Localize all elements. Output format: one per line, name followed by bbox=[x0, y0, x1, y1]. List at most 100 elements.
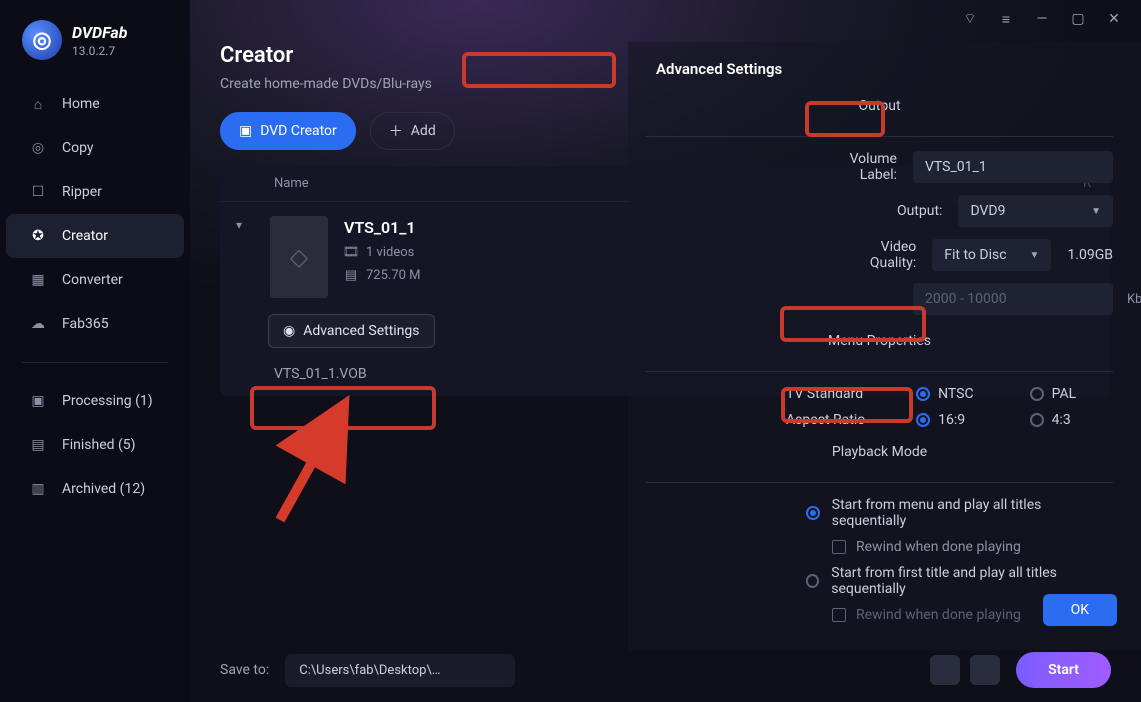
radio-icon bbox=[806, 574, 819, 588]
file-icon: ▤ bbox=[344, 269, 358, 283]
thumbnail: ◇ bbox=[270, 216, 328, 298]
advanced-settings-button[interactable]: ◉ Advanced Settings bbox=[268, 314, 435, 348]
radio-icon bbox=[1030, 413, 1044, 427]
gear-icon: ◉ bbox=[283, 323, 295, 339]
sidebar-item-label: Converter bbox=[62, 272, 123, 288]
advanced-settings-panel: Advanced Settings Output Volume Label: O… bbox=[628, 42, 1141, 650]
playback-from-menu-option[interactable]: Start from menu and play all titles sequ… bbox=[806, 497, 1113, 529]
main-area: ⌔ ≡ — ▢ ✕ Creator Create home-made DVDs/… bbox=[190, 0, 1141, 702]
menu-icon[interactable]: ≡ bbox=[997, 10, 1015, 28]
tv-pal-option[interactable]: PAL bbox=[1030, 386, 1113, 402]
video-quality-label: Video Quality: bbox=[846, 239, 916, 271]
archived-icon: ▥ bbox=[28, 479, 48, 499]
chevron-down-icon: ▼ bbox=[1091, 206, 1101, 217]
sidebar-item-label: Fab365 bbox=[62, 316, 109, 332]
sidebar-item-processing[interactable]: ▣ Processing (1) bbox=[6, 379, 184, 423]
section-output-title: Output bbox=[844, 94, 914, 118]
radio-icon bbox=[916, 413, 930, 427]
finished-icon: ▤ bbox=[28, 435, 48, 455]
save-path-input[interactable] bbox=[285, 654, 515, 687]
sidebar-item-label: Archived (12) bbox=[62, 481, 145, 497]
sidebar-item-label: Copy bbox=[62, 140, 94, 156]
output-size: 1.09GB bbox=[1067, 247, 1113, 263]
sidebar-item-ripper[interactable]: ☐ Ripper bbox=[6, 170, 184, 214]
select-value: DVD9 bbox=[970, 203, 1005, 219]
button-label: Advanced Settings bbox=[303, 323, 419, 339]
sidebar-item-label: Ripper bbox=[62, 184, 102, 200]
flame-icon: ✪ bbox=[28, 226, 48, 246]
bitrate-input[interactable] bbox=[913, 283, 1115, 315]
add-button[interactable]: ＋ Add bbox=[370, 112, 455, 150]
bitrate-input-wrap: Kbps bbox=[913, 283, 1113, 315]
dvd-creator-button[interactable]: ▣ DVD Creator bbox=[220, 112, 356, 150]
sidebar-item-label: Home bbox=[62, 96, 100, 112]
brand-version: 13.0.2.7 bbox=[72, 44, 127, 58]
caret-down-icon[interactable]: ▾ bbox=[236, 216, 254, 298]
button-label: DVD Creator bbox=[260, 123, 337, 139]
sidebar-item-finished[interactable]: ▤ Finished (5) bbox=[6, 423, 184, 467]
tv-standard-label: TV Standard bbox=[786, 386, 886, 402]
aspect-ratio-label: Aspect Ratio bbox=[786, 412, 886, 428]
item-title: VTS_01_1 bbox=[344, 218, 421, 237]
select-value: Fit to Disc bbox=[944, 247, 1006, 263]
titlebar: ⌔ ≡ — ▢ ✕ bbox=[190, 0, 1141, 38]
output-select[interactable]: DVD9 ▼ bbox=[958, 195, 1113, 227]
kbps-unit: Kbps bbox=[1115, 292, 1141, 307]
grid-icon: ▦ bbox=[28, 270, 48, 290]
disc-icon: ◎ bbox=[28, 138, 48, 158]
radio-icon bbox=[1030, 387, 1044, 401]
item-size: 725.70 M bbox=[366, 268, 421, 283]
maximize-icon[interactable]: ▢ bbox=[1069, 10, 1087, 28]
radio-icon bbox=[806, 506, 820, 520]
sidebar-item-label: Processing (1) bbox=[62, 393, 153, 409]
volume-label: Volume Label: bbox=[846, 151, 897, 183]
aspect-169-option[interactable]: 16:9 bbox=[916, 412, 999, 428]
sidebar-item-converter[interactable]: ▦ Converter bbox=[6, 258, 184, 302]
sidebar-item-archived[interactable]: ▥ Archived (12) bbox=[6, 467, 184, 511]
rewind-checkbox-1[interactable]: Rewind when done playing bbox=[806, 539, 1113, 555]
start-button[interactable]: Start bbox=[1016, 652, 1111, 688]
chevron-down-icon: ▼ bbox=[1030, 250, 1040, 261]
logo-row: ◎ DVDFab 13.0.2.7 bbox=[0, 20, 190, 82]
tv-ntsc-option[interactable]: NTSC bbox=[916, 386, 999, 402]
home-icon: ⌂ bbox=[28, 94, 48, 114]
video-quality-select[interactable]: Fit to Disc ▼ bbox=[932, 239, 1051, 271]
film-icon: 🎞 bbox=[344, 246, 358, 260]
box-icon: ☐ bbox=[28, 182, 48, 202]
volume-label-input[interactable] bbox=[913, 151, 1113, 183]
app-logo-icon: ◎ bbox=[22, 20, 62, 60]
sidebar-item-label: Finished (5) bbox=[62, 437, 136, 453]
playback-from-first-option[interactable]: Start from first title and play all titl… bbox=[806, 565, 1113, 597]
section-menu-title: Menu Properties bbox=[814, 329, 945, 353]
creator-icon: ▣ bbox=[239, 123, 252, 139]
sidebar-item-home[interactable]: ⌂ Home bbox=[6, 82, 184, 126]
section-playback-title: Playback Mode bbox=[818, 440, 941, 464]
panel-title: Advanced Settings bbox=[646, 52, 792, 86]
sidebar-item-copy[interactable]: ◎ Copy bbox=[6, 126, 184, 170]
sub-filename: VTS_01_1.VOB bbox=[240, 366, 367, 382]
bottom-bar: Save to: Start bbox=[220, 652, 1111, 688]
aspect-43-option[interactable]: 4:3 bbox=[1030, 412, 1113, 428]
button-label: Add bbox=[411, 123, 436, 139]
save-to-label: Save to: bbox=[220, 662, 269, 678]
plus-icon: ＋ bbox=[389, 121, 403, 141]
ok-button[interactable]: OK bbox=[1043, 594, 1117, 626]
sidebar-item-creator[interactable]: ✪ Creator bbox=[6, 214, 184, 258]
minimize-icon[interactable]: — bbox=[1033, 10, 1051, 28]
brand-name: DVDFab bbox=[72, 23, 127, 42]
item-videos: 1 videos bbox=[366, 245, 414, 260]
output-chip-1[interactable] bbox=[930, 655, 960, 685]
close-icon[interactable]: ✕ bbox=[1105, 10, 1123, 28]
checkbox-icon bbox=[832, 540, 846, 554]
output-chip-2[interactable] bbox=[970, 655, 1000, 685]
sidebar: ◎ DVDFab 13.0.2.7 ⌂ Home ◎ Copy ☐ Ripper… bbox=[0, 0, 190, 702]
sidebar-item-fab365[interactable]: ☁ Fab365 bbox=[6, 302, 184, 346]
sidebar-item-label: Creator bbox=[62, 228, 108, 244]
shirt-icon[interactable]: ⌔ bbox=[961, 10, 979, 28]
cloud-icon: ☁ bbox=[28, 314, 48, 334]
output-label: Output: bbox=[846, 203, 942, 219]
radio-icon bbox=[916, 387, 930, 401]
checkbox-icon bbox=[832, 608, 846, 622]
processing-icon: ▣ bbox=[28, 391, 48, 411]
sidebar-divider bbox=[22, 362, 168, 363]
